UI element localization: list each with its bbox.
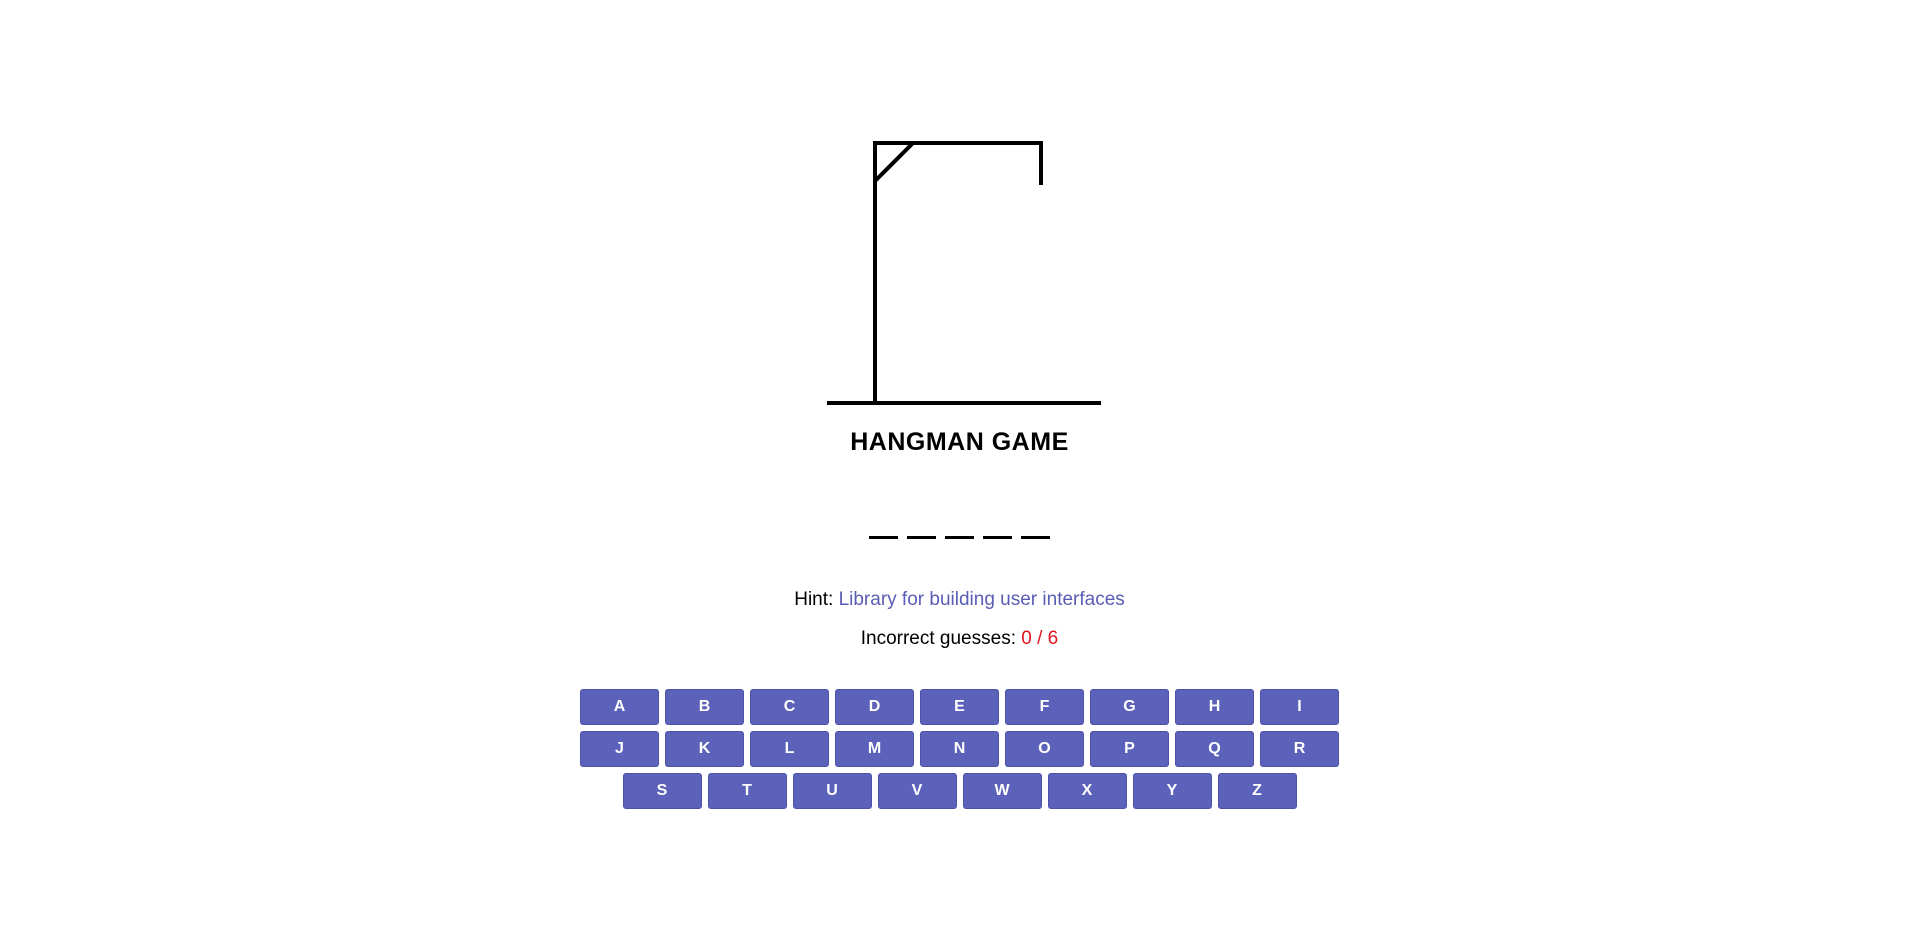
letter-button-t[interactable]: T bbox=[707, 773, 787, 809]
incorrect-guesses: Incorrect guesses: 0 / 6 bbox=[0, 627, 1919, 651]
keyboard-row: STUVWXYZ bbox=[0, 773, 1919, 809]
letter-button-c[interactable]: C bbox=[750, 689, 829, 725]
letter-blank bbox=[945, 536, 974, 539]
letter-button-v[interactable]: V bbox=[877, 773, 957, 809]
letter-button-n[interactable]: N bbox=[920, 731, 999, 767]
hint-text: Library for building user interfaces bbox=[838, 589, 1125, 610]
game-title: HANGMAN GAME bbox=[850, 428, 1069, 456]
letter-button-b[interactable]: B bbox=[665, 689, 744, 725]
letter-blank bbox=[1021, 536, 1050, 539]
letter-keyboard: ABCDEFGHI JKLMNOPQR STUVWXYZ bbox=[0, 689, 1919, 815]
letter-button-d[interactable]: D bbox=[835, 689, 914, 725]
keyboard-row: ABCDEFGHI bbox=[0, 689, 1919, 725]
letter-button-z[interactable]: Z bbox=[1217, 773, 1297, 809]
letter-button-e[interactable]: E bbox=[920, 689, 999, 725]
letter-button-r[interactable]: R bbox=[1260, 731, 1339, 767]
gallows-brace bbox=[873, 141, 915, 183]
hint-label: Hint: bbox=[794, 589, 834, 610]
letter-button-q[interactable]: Q bbox=[1175, 731, 1254, 767]
letter-blank bbox=[869, 536, 898, 539]
letter-button-o[interactable]: O bbox=[1005, 731, 1084, 767]
letter-button-s[interactable]: S bbox=[622, 773, 702, 809]
letter-button-g[interactable]: G bbox=[1090, 689, 1169, 725]
guesses-label: Incorrect guesses: bbox=[860, 628, 1016, 649]
letter-button-p[interactable]: P bbox=[1090, 731, 1169, 767]
hangman-game: HANGMAN GAME Hint: Library for building … bbox=[0, 0, 1919, 940]
hint-line: Hint: Library for building user interfac… bbox=[0, 588, 1919, 612]
guesses-count: 0 / 6 bbox=[1021, 628, 1059, 649]
word-blanks bbox=[0, 520, 1919, 539]
keyboard-row: JKLMNOPQR bbox=[0, 731, 1919, 767]
letter-button-w[interactable]: W bbox=[962, 773, 1042, 809]
letter-button-i[interactable]: I bbox=[1260, 689, 1339, 725]
letter-button-l[interactable]: L bbox=[750, 731, 829, 767]
letter-button-j[interactable]: J bbox=[580, 731, 659, 767]
letter-button-k[interactable]: K bbox=[665, 731, 744, 767]
letter-button-x[interactable]: X bbox=[1047, 773, 1127, 809]
letter-button-h[interactable]: H bbox=[1175, 689, 1254, 725]
letter-button-m[interactable]: M bbox=[835, 731, 914, 767]
letter-button-u[interactable]: U bbox=[792, 773, 872, 809]
letter-blank bbox=[907, 536, 936, 539]
letter-button-a[interactable]: A bbox=[580, 689, 659, 725]
letter-blank bbox=[983, 536, 1012, 539]
letter-button-y[interactable]: Y bbox=[1132, 773, 1212, 809]
letter-button-f[interactable]: F bbox=[1005, 689, 1084, 725]
